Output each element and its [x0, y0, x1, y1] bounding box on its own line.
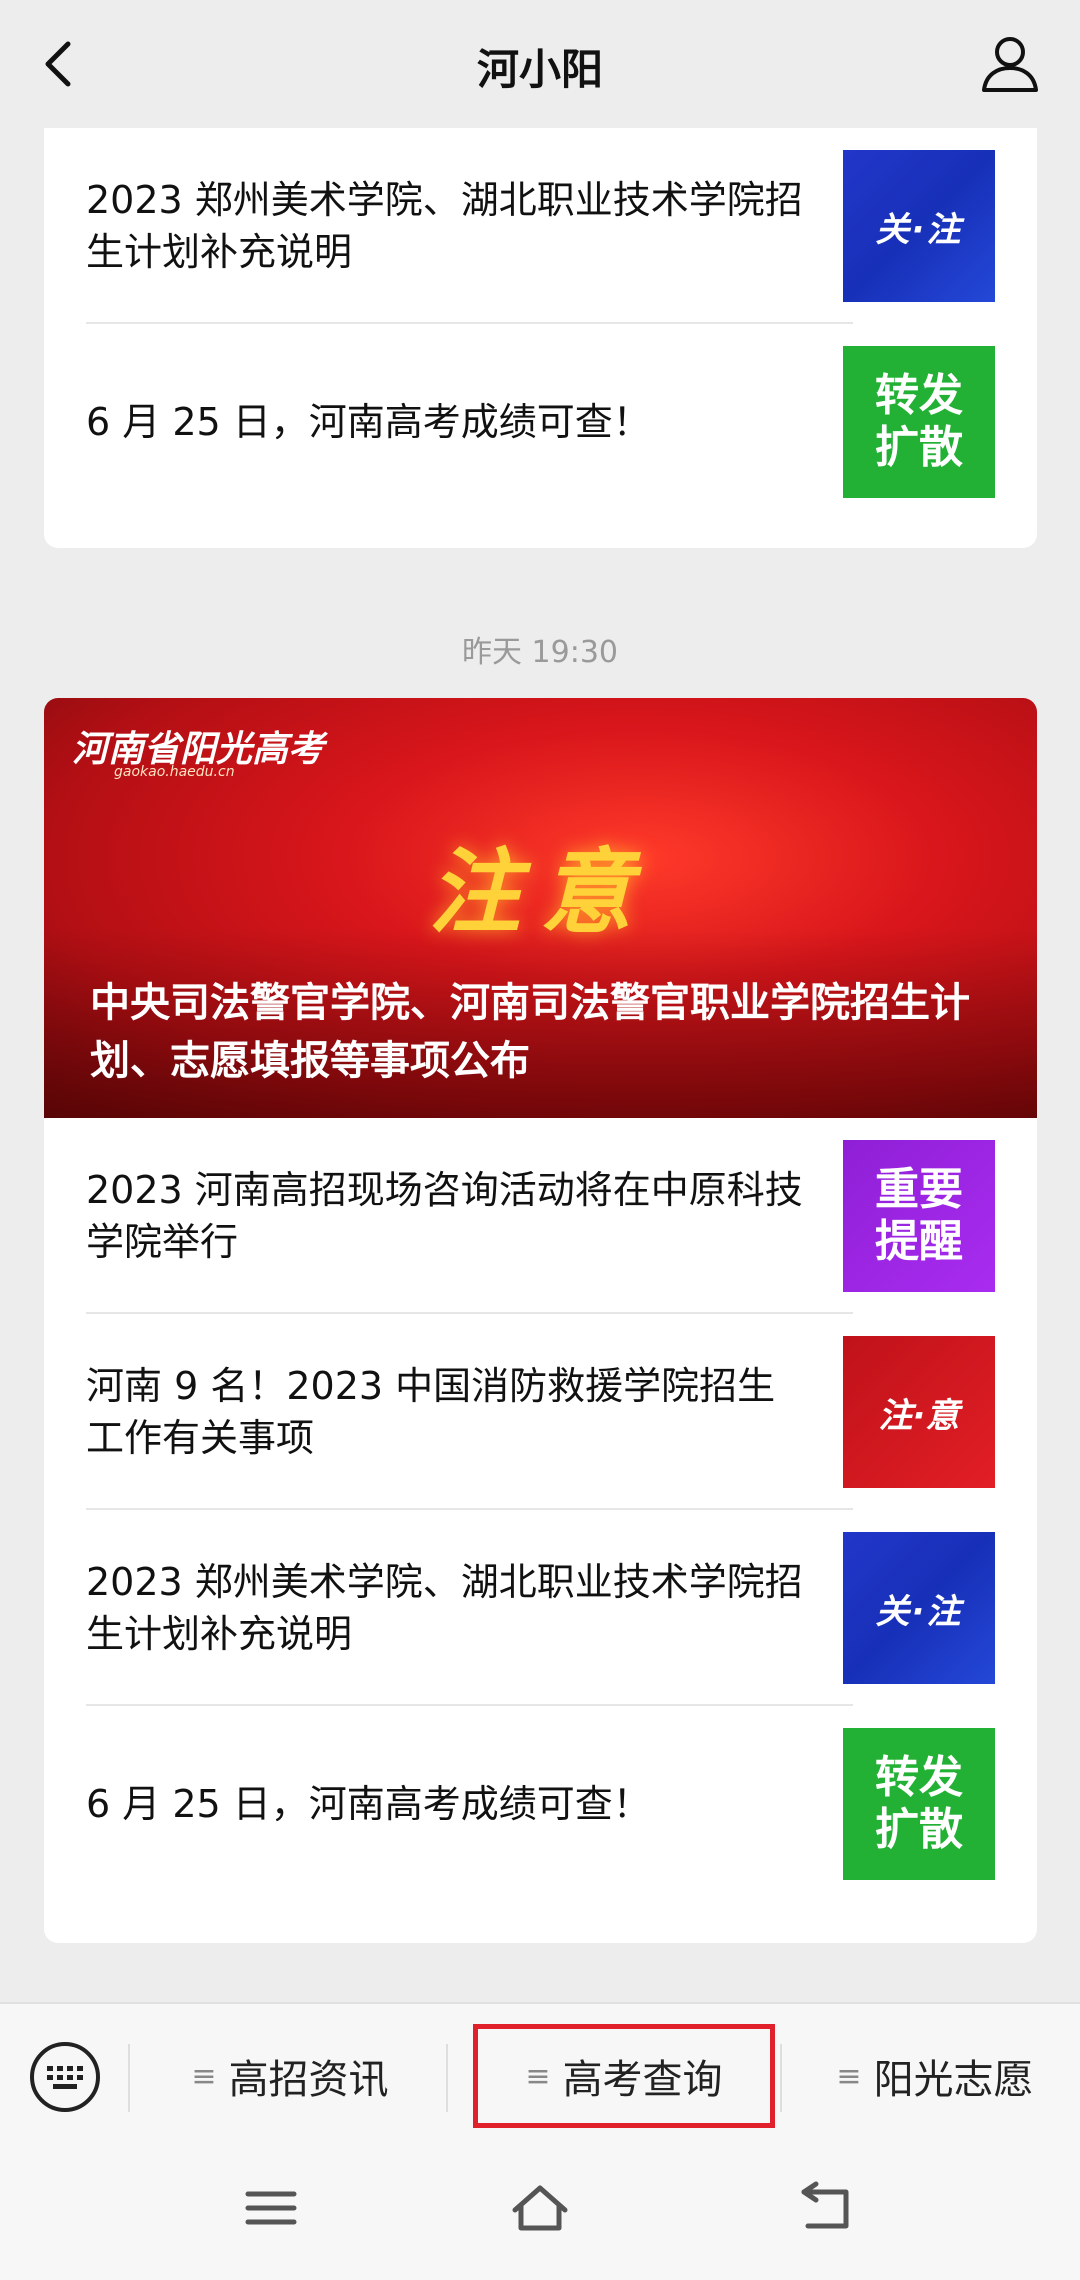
home-icon[interactable]	[505, 2178, 575, 2238]
thumbnail-label: 重要提醒	[875, 1164, 963, 1267]
featured-article-banner[interactable]: 河南省阳光高考 gaokao.haedu.cn 注意 中央司法警官学院、河南司法…	[44, 698, 1037, 1118]
menu-item-gaozhao-news[interactable]: ≡ 高招资讯	[140, 2024, 440, 2128]
profile-icon[interactable]	[978, 30, 1042, 94]
article-thumbnail: 注·意	[843, 1336, 995, 1488]
article-thumbnail: 转发扩散	[843, 346, 995, 498]
article-title: 6 月 25 日，河南高考成绩可查！	[86, 400, 651, 444]
featured-article-title: 中央司法警官学院、河南司法警官职业学院招生计划、志愿填报等事项公布	[90, 980, 970, 1084]
article-thumbnail: 重要提醒	[843, 1140, 995, 1292]
menu-icon[interactable]	[236, 2178, 306, 2238]
article-title: 6 月 25 日，河南高考成绩可查！	[86, 1782, 651, 1826]
article-item[interactable]: 2023 郑州美术学院、湖北职业技术学院招生计划补充说明 关·注	[86, 1510, 995, 1706]
menu-lines-icon: ≡	[191, 2058, 217, 2094]
logo-url: gaokao.haedu.cn	[114, 764, 235, 780]
back-icon[interactable]	[790, 2178, 860, 2238]
article-card: 2023 郑州美术学院、湖北职业技术学院招生计划补充说明 关·注 6 月 25 …	[44, 88, 1037, 548]
message-timestamp: 昨天 19:30	[462, 635, 618, 670]
article-thumbnail: 关·注	[843, 1532, 995, 1684]
article-thumbnail: 关·注	[843, 150, 995, 302]
keyboard-toggle-icon[interactable]	[30, 2042, 100, 2112]
article-title: 2023 郑州美术学院、湖北职业技术学院招生计划补充说明	[86, 178, 803, 274]
menu-separator	[780, 2044, 782, 2112]
menu-lines-icon: ≡	[525, 2058, 551, 2094]
article-item[interactable]: 6 月 25 日，河南高考成绩可查！ 转发扩散	[86, 1706, 995, 1902]
article-item[interactable]: 河南 9 名！2023 中国消防救援学院招生工作有关事项 注·意	[86, 1314, 995, 1510]
article-title: 2023 郑州美术学院、湖北职业技术学院招生计划补充说明	[86, 1560, 803, 1656]
article-thumbnail: 转发扩散	[843, 1728, 995, 1880]
article-title: 2023 河南高招现场咨询活动将在中原科技学院举行	[86, 1168, 803, 1264]
thumbnail-label: 转发扩散	[875, 370, 963, 473]
article-item[interactable]: 2023 河南高招现场咨询活动将在中原科技学院举行 重要提醒	[86, 1118, 995, 1314]
article-card: 河南省阳光高考 gaokao.haedu.cn 注意 中央司法警官学院、河南司法…	[44, 698, 1037, 1943]
menu-item-yangguang-volunteer[interactable]: ≡ 阳光志愿	[790, 2024, 1080, 2128]
system-navigation-bar	[0, 2140, 1080, 2278]
article-item[interactable]: 2023 郑州美术学院、湖北职业技术学院招生计划补充说明 关·注	[86, 128, 995, 324]
article-item[interactable]: 6 月 25 日，河南高考成绩可查！ 转发扩散	[86, 324, 995, 520]
menu-separator	[128, 2044, 130, 2112]
menu-item-label: 高考查询	[562, 2057, 723, 2103]
menu-separator	[446, 2044, 448, 2112]
menu-item-label: 高招资讯	[228, 2057, 389, 2103]
top-bar: 河小阳	[0, 0, 1080, 128]
menu-lines-icon: ≡	[836, 2058, 862, 2094]
menu-item-gaokao-query[interactable]: ≡ 高考查询	[473, 2024, 775, 2128]
article-title: 河南 9 名！2023 中国消防救援学院招生工作有关事项	[86, 1364, 776, 1460]
page-title: 河小阳	[476, 45, 603, 94]
thumbnail-label: 转发扩散	[875, 1752, 963, 1855]
menu-item-label: 阳光志愿	[873, 2057, 1034, 2103]
